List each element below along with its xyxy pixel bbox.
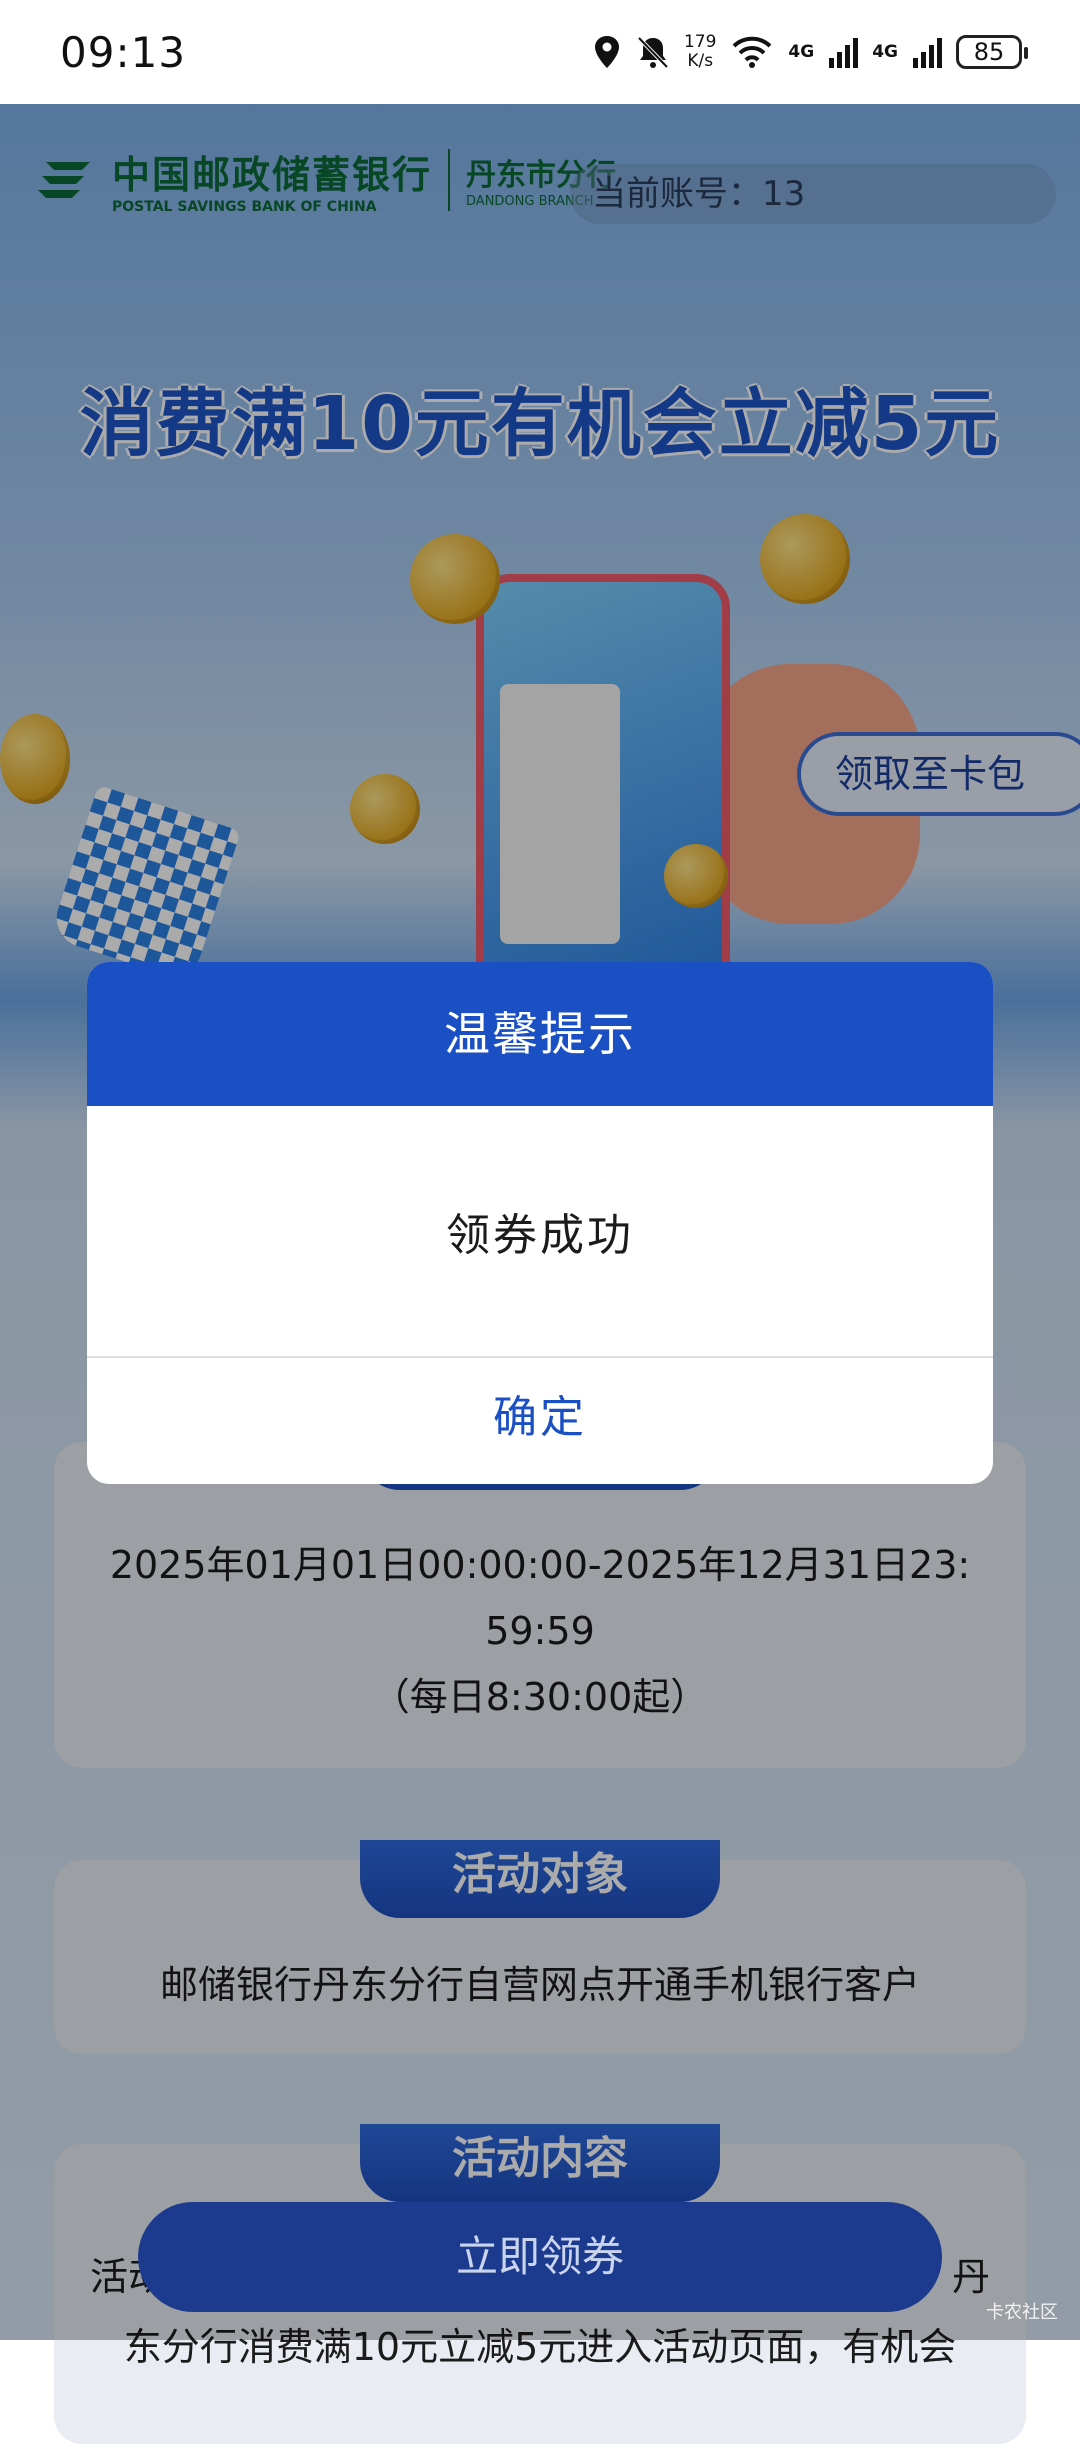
wifi-icon xyxy=(733,36,772,68)
battery-indicator: 85 xyxy=(956,35,1028,69)
watermark: 卡农社区 xyxy=(986,2302,1058,2323)
tip-dialog: 温馨提示 领券成功 确定 xyxy=(87,962,993,1484)
signal-icon xyxy=(829,38,859,68)
signal-icon xyxy=(913,38,942,68)
confirm-button[interactable]: 确定 xyxy=(87,1358,993,1484)
dialog-title: 温馨提示 xyxy=(87,962,993,1106)
mute-bell-icon xyxy=(637,36,669,69)
location-icon xyxy=(594,36,619,68)
network-speed: 179 K/s xyxy=(683,32,717,71)
status-time: 09:13 xyxy=(60,27,187,77)
network-type-1: 4G xyxy=(788,42,815,62)
status-bar: 09:13 179 K/s 4G 4G 85 xyxy=(0,0,1080,104)
claim-coupon-button[interactable]: 立即领券 xyxy=(138,2202,942,2312)
status-icons: 179 K/s 4G 4G 85 xyxy=(592,32,1028,71)
network-type-2: 4G xyxy=(872,42,898,62)
dialog-message: 领券成功 xyxy=(446,1210,634,1261)
